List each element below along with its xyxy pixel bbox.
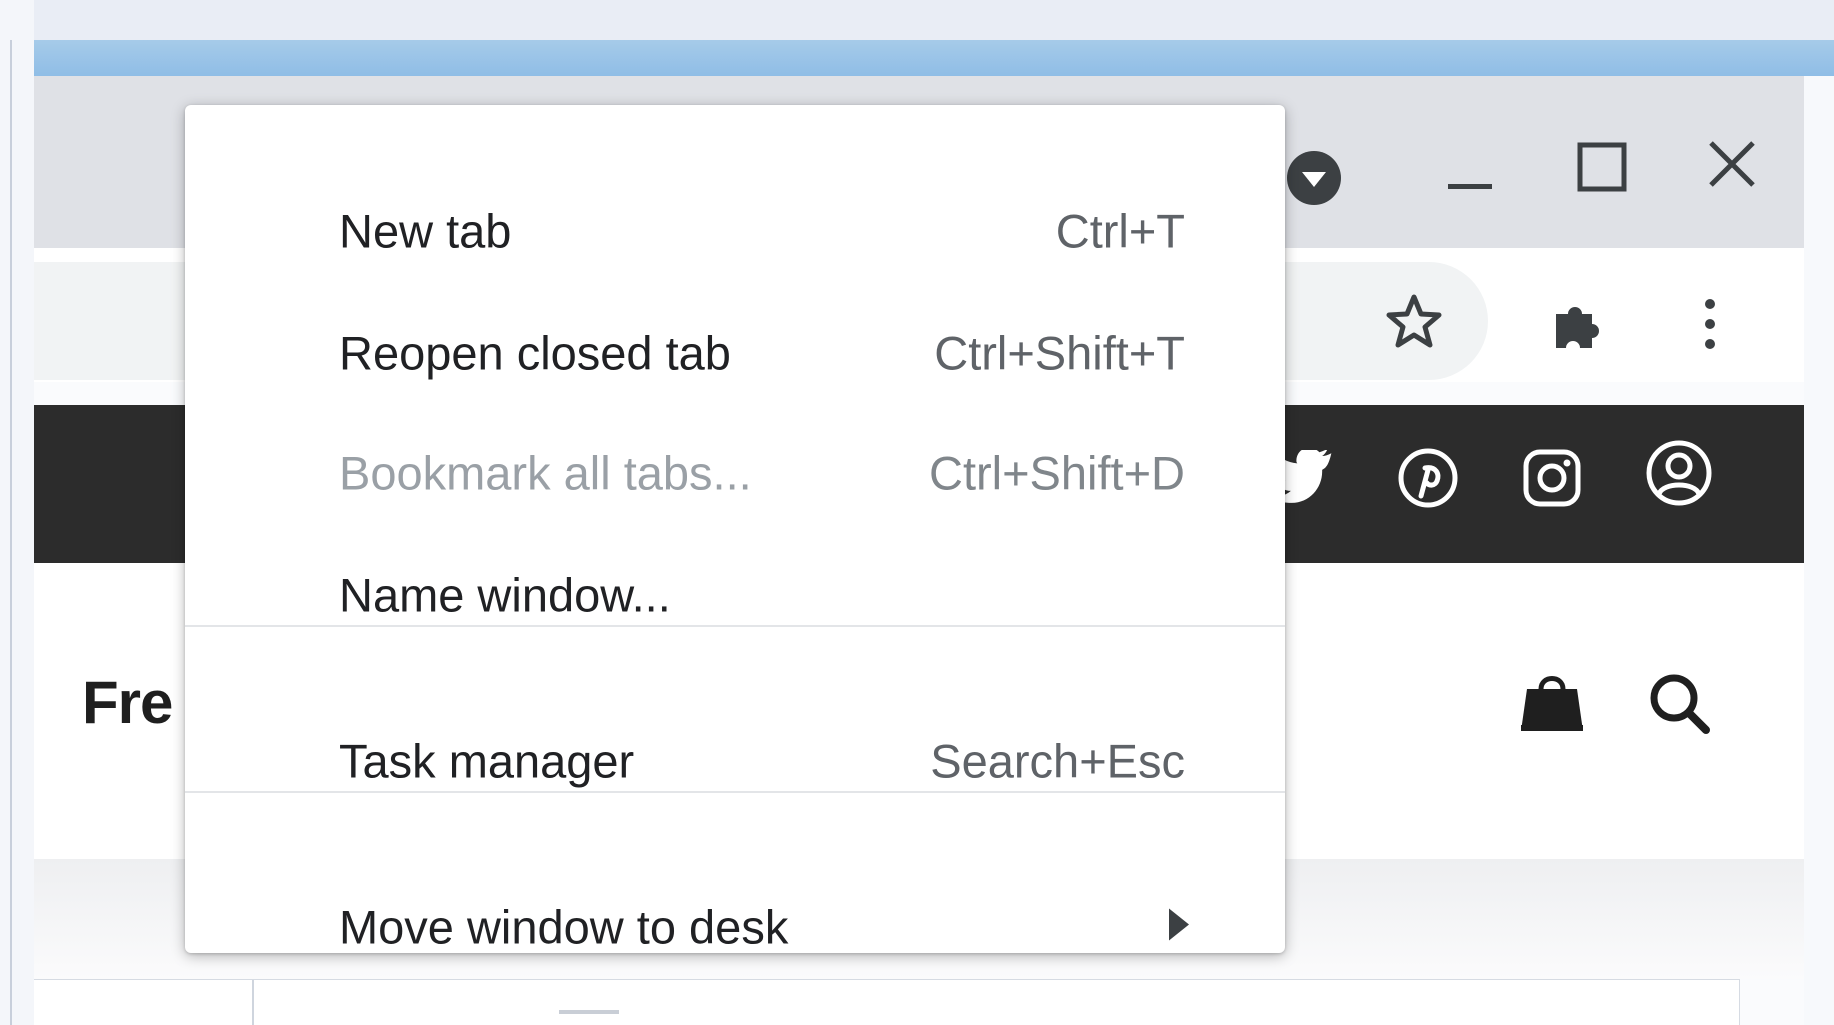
bookmark-star-icon[interactable] xyxy=(1382,290,1446,354)
shopping-bag-icon[interactable] xyxy=(1516,664,1588,736)
desktop-top-strip xyxy=(0,0,1834,40)
instagram-icon[interactable] xyxy=(1520,446,1584,510)
menu-item-move-window-to-desk[interactable]: Move window to desk xyxy=(185,871,1285,983)
submenu-arrow-icon xyxy=(1167,907,1191,948)
menu-item-label: Task manager xyxy=(339,734,635,788)
extensions-puzzle-icon[interactable] xyxy=(1546,292,1610,356)
menu-separator xyxy=(185,625,1285,627)
menu-item-shortcut: Ctrl+Shift+T xyxy=(934,326,1185,380)
menu-item-shortcut: Ctrl+T xyxy=(1055,204,1185,258)
more-menu-icon[interactable] xyxy=(1690,292,1730,356)
content-divider xyxy=(252,980,254,1025)
tab-search-icon[interactable] xyxy=(1284,148,1344,208)
menu-item-label: Name window... xyxy=(339,568,671,622)
desktop-window-accent-bar xyxy=(34,40,1834,76)
pinterest-icon[interactable] xyxy=(1396,446,1460,510)
site-logo-text[interactable]: Fre xyxy=(82,668,173,737)
menu-item-new-tab[interactable]: New tab Ctrl+T xyxy=(185,175,1285,287)
menu-item-label: Reopen closed tab xyxy=(339,326,731,380)
menu-separator xyxy=(185,791,1285,793)
close-icon[interactable] xyxy=(1700,132,1764,196)
site-content-row xyxy=(34,979,1740,1025)
menu-item-shortcut: Search+Esc xyxy=(930,734,1185,788)
menu-item-shortcut: Ctrl+Shift+D xyxy=(929,446,1185,500)
menu-item-label: Move window to desk xyxy=(339,900,789,954)
menu-item-reopen-closed-tab[interactable]: Reopen closed tab Ctrl+Shift+T xyxy=(185,297,1285,409)
search-icon[interactable] xyxy=(1644,668,1714,738)
desktop-right-strip xyxy=(1804,76,1834,1025)
maximize-icon[interactable] xyxy=(1570,135,1634,199)
menu-item-bookmark-all-tabs: Bookmark all tabs... Ctrl+Shift+D xyxy=(185,417,1285,529)
screen: Fre New tab Ctrl+T Reopen closed tab Ctr… xyxy=(0,0,1834,1025)
window-edge xyxy=(10,40,12,1025)
menu-item-label: New tab xyxy=(339,204,512,258)
menu-item-task-manager[interactable]: Task manager Search+Esc xyxy=(185,705,1285,817)
tab-strip-context-menu: New tab Ctrl+T Reopen closed tab Ctrl+Sh… xyxy=(185,105,1285,954)
menu-item-name-window[interactable]: Name window... xyxy=(185,539,1285,651)
minimize-icon[interactable] xyxy=(1440,150,1500,210)
desktop-left-strip xyxy=(0,0,34,1025)
account-icon[interactable] xyxy=(1644,438,1714,508)
menu-item-label: Bookmark all tabs... xyxy=(339,446,752,500)
content-marker xyxy=(559,1010,619,1014)
